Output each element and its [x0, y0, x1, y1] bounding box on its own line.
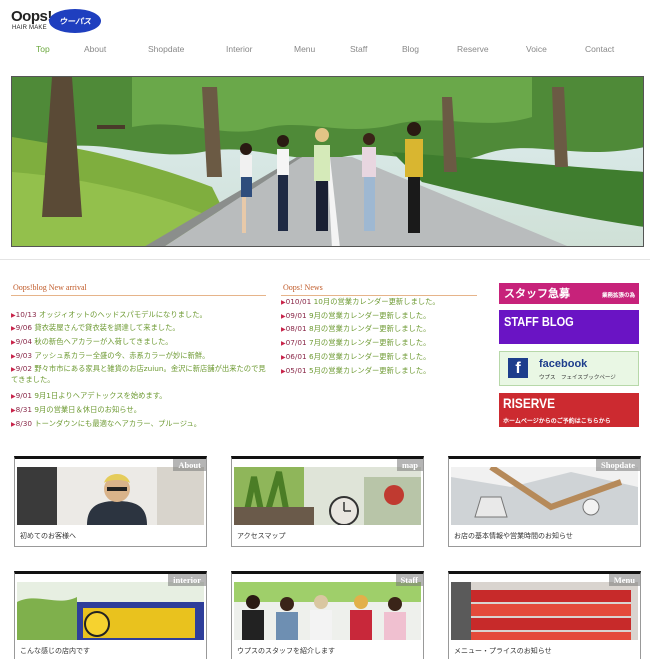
nav-menu[interactable]: Menu — [294, 44, 315, 54]
nav-staff[interactable]: Staff — [350, 44, 367, 54]
blog-item[interactable]: ▶9/04 秋の新色ヘアカラーが入荷してきました。 — [11, 337, 173, 348]
staff-wanted-sub: 業務拡張の為 — [601, 293, 635, 299]
card-about-label: About — [173, 459, 206, 471]
shopdate-photo — [451, 467, 638, 525]
logo-subtitle: HAIR MAKE — [12, 25, 47, 31]
card-staff-label: Staff — [395, 574, 423, 586]
staff-blog-banner[interactable]: STAFF BLOG — [499, 310, 639, 344]
nav-contact[interactable]: Contact — [585, 44, 614, 54]
site-logo[interactable]: Oops! HAIR MAKE ウーパス — [11, 8, 101, 38]
nav-interior[interactable]: Interior — [226, 44, 252, 54]
blog-item[interactable]: ▶10/13 オッジィオットのヘッドスパモデルになりました。 — [11, 310, 207, 321]
card-about[interactable]: About 初めてのお客様へ — [14, 456, 207, 547]
hero-image — [11, 76, 644, 247]
card-staff-caption: ウプスのスタッフを紹介します — [237, 647, 335, 655]
news-title-rule — [281, 295, 477, 296]
staff-wanted-banner[interactable]: スタッフ急募 業務拡張の為 — [499, 283, 639, 304]
news-item[interactable]: ▶010/01 10月の営業カレンダー更新しました。 — [281, 297, 440, 308]
staff-wanted-title: スタッフ急募 — [504, 287, 570, 300]
card-menu-caption: メニュー・プライスのお知らせ — [454, 647, 552, 655]
nav-blog[interactable]: Blog — [402, 44, 419, 54]
blog-title-rule — [11, 295, 266, 296]
blog-title: Oops!blog New arrival — [13, 283, 87, 292]
staff-photo — [234, 582, 421, 640]
news-item[interactable]: ▶07/01 7月の営業カレンダー更新しました。 — [281, 338, 430, 349]
card-map-caption: アクセスマップ — [237, 532, 286, 540]
facebook-banner[interactable]: f facebook ウプス フェイスブックページ — [499, 351, 639, 386]
card-staff[interactable]: Staff ウプスのスタッフを紹介します — [231, 571, 424, 659]
card-interior-caption: こんな感じの店内です — [20, 647, 90, 655]
nav-about[interactable]: About — [84, 44, 106, 54]
staff-blog-title: STAFF BLOG — [504, 314, 574, 329]
news-item[interactable]: ▶09/01 9月の営業カレンダー更新しました。 — [281, 311, 430, 322]
about-photo — [17, 467, 204, 525]
logo-text: Oops! — [11, 8, 52, 25]
facebook-icon: f — [508, 358, 528, 378]
nav-top[interactable]: Top — [36, 44, 50, 54]
reserve-banner[interactable]: RISERVE ホームページからのご予約はこちらから — [499, 393, 639, 427]
card-about-caption: 初めてのお客様へ — [20, 532, 76, 540]
news-item[interactable]: ▶05/01 5月の営業カレンダー更新しました。 — [281, 366, 430, 377]
interior-photo — [17, 582, 204, 640]
card-shopdate-label: Shopdate — [595, 459, 640, 471]
card-menu-label: Menu — [608, 574, 640, 586]
logo-badge: ウーパス — [49, 9, 101, 33]
map-photo — [234, 467, 421, 525]
card-map-label: map — [396, 459, 423, 471]
menu-photo — [451, 582, 638, 640]
news-title: Oops! News — [283, 283, 323, 292]
card-interior[interactable]: interior こんな感じの店内です — [14, 571, 207, 659]
nav-shopdate[interactable]: Shopdate — [148, 44, 184, 54]
blog-item[interactable]: ▶9/01 9月1日よりヘアデトックスを始めます。 — [11, 391, 167, 402]
facebook-title: facebook — [539, 358, 588, 370]
blog-item[interactable]: ▶8/31 9月の営業日＆休日のお知らせ。 — [11, 405, 141, 416]
blog-item[interactable]: ▶9/03 アッシュ系カラー全盛の今、赤系カラーが妙に新鮮。 — [11, 351, 209, 362]
card-interior-label: interior — [168, 574, 206, 586]
nav-reserve[interactable]: Reserve — [457, 44, 489, 54]
main-nav: Top About Shopdate Interior Menu Staff B… — [0, 44, 650, 56]
card-shopdate[interactable]: Shopdate お店の基本情報や営業時間のお知らせ — [448, 456, 641, 547]
blog-item[interactable]: ▶8/30 トーンダウンにも最適なヘアカラー、プルージュ。 — [11, 419, 201, 430]
reserve-title: RISERVE — [503, 395, 556, 411]
reserve-sub: ホームページからのご予約はこちらから — [503, 418, 611, 425]
section-divider — [0, 259, 650, 260]
news-item[interactable]: ▶06/01 6月の営業カレンダー更新しました。 — [281, 352, 430, 363]
card-menu[interactable]: Menu メニュー・プライスのお知らせ — [448, 571, 641, 659]
news-item[interactable]: ▶08/01 8月の営業カレンダー更新しました。 — [281, 324, 430, 335]
card-map[interactable]: map アクセスマップ — [231, 456, 424, 547]
card-shopdate-caption: お店の基本情報や営業時間のお知らせ — [454, 532, 573, 540]
facebook-sub: ウプス フェイスブックページ — [539, 375, 616, 381]
blog-item[interactable]: ▶9/02 野々市市にある家具と雑貨のお店zuiun。金沢に新店舗が出来たので見… — [11, 364, 271, 385]
nav-voice[interactable]: Voice — [526, 44, 547, 54]
blog-item[interactable]: ▶9/06 貸衣装屋さんで貸衣装を調達して来ました。 — [11, 323, 180, 334]
